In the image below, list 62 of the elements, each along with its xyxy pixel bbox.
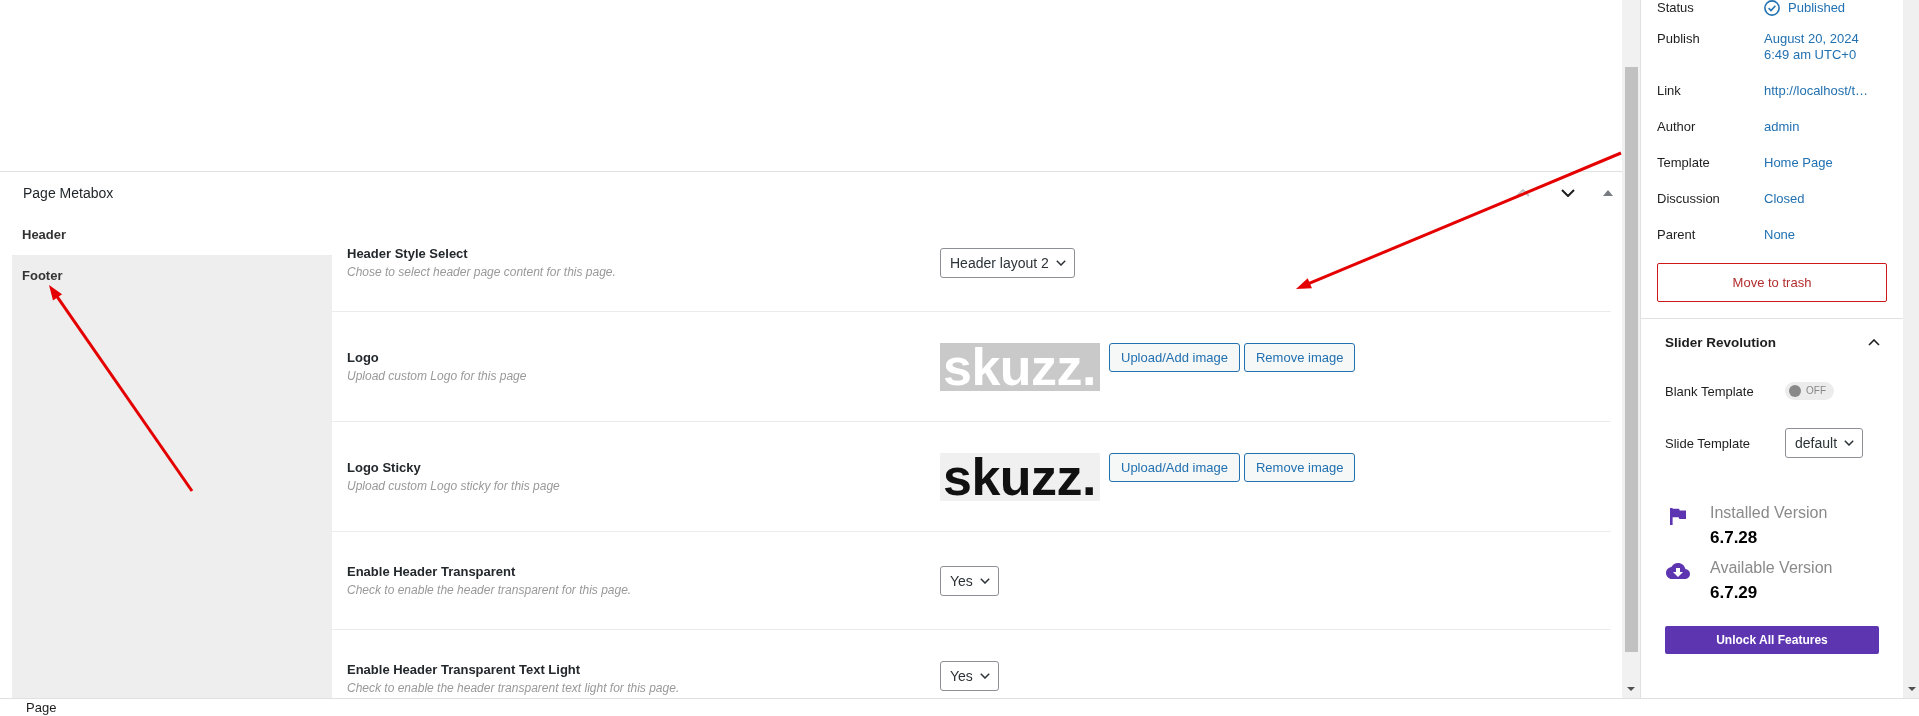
triangle-up-icon[interactable] (1603, 190, 1613, 196)
dropdown[interactable]: default (1785, 428, 1864, 458)
scroll-down-arrow-icon[interactable] (1908, 687, 1916, 691)
setting-label: Discussion (1657, 191, 1721, 207)
setting-label: Parent (1657, 227, 1697, 243)
breadcrumb-link[interactable]: Page (26, 699, 57, 716)
dropdown[interactable]: Yes (940, 661, 999, 691)
scroll-down-arrow-icon[interactable] (1627, 687, 1635, 691)
setting-label: Slide Template (1665, 435, 1751, 451)
dropdown[interactable]: Header layout 2 (940, 247, 1075, 278)
cloud-download-icon (1666, 563, 1690, 579)
setting-value-link[interactable]: None (1764, 227, 1796, 243)
setting-value-link[interactable]: Closed (1764, 191, 1805, 207)
unlock-features-button[interactable]: Unlock All Features (1665, 626, 1879, 654)
setting-value-link[interactable]: Home Page (1764, 155, 1833, 171)
version-number: 6.7.29 (1710, 582, 1758, 604)
version-label: Available Version (1710, 558, 1833, 578)
flag-icon (1670, 508, 1686, 525)
toggle-switch[interactable]: OFF (1785, 382, 1834, 400)
check-circle-icon (1764, 0, 1780, 16)
logo-image: skuzz. (940, 452, 1100, 501)
field-description: Check to enable the header transparent text light for this page. (347, 680, 680, 697)
dropdown[interactable]: Yes (940, 565, 999, 596)
remove-image-button[interactable]: Remove image (1243, 452, 1356, 482)
version-label: Installed Version (1710, 503, 1828, 523)
setting-label: Publish (1657, 31, 1701, 47)
setting-value-link[interactable]: admin (1764, 119, 1800, 135)
setting-label: Link (1657, 83, 1682, 99)
chevron-down-icon (1055, 259, 1066, 266)
setting-value-link[interactable]: August 20, 2024 6:49 am UTC+0 (1764, 31, 1859, 63)
field-description: Chose to select header page content for this page. (347, 263, 616, 281)
scrollbar-track[interactable] (1903, 0, 1919, 698)
chevron-down-icon[interactable] (1561, 189, 1575, 197)
setting-value-link[interactable]: http://localhost/t… (1764, 83, 1869, 99)
chevron-down-icon (979, 673, 990, 679)
field-label: Enable Header Transparent Text Light (347, 661, 581, 679)
upload-image-button[interactable]: Upload/Add image (1109, 342, 1240, 372)
move-to-trash-button[interactable]: Move to trash (1657, 263, 1887, 302)
upload-image-button[interactable]: Upload/Add image (1109, 452, 1240, 482)
chevron-down-icon (979, 577, 990, 584)
field-label: Header Style Select (347, 244, 468, 263)
field-label: Enable Header Transparent (347, 562, 516, 581)
setting-label: Template (1657, 155, 1711, 171)
status-button[interactable]: Published (1764, 0, 1846, 16)
setting-label: Status (1657, 0, 1695, 16)
version-number: 6.7.28 (1710, 527, 1758, 549)
scrollbar-thumb[interactable] (1625, 67, 1638, 652)
field-description: Check to enable the header transparent for this page. (347, 581, 632, 599)
setting-label: Blank Template (1665, 383, 1754, 399)
metabox-tab[interactable]: Footer (12, 255, 332, 296)
setting-label: Author (1657, 119, 1697, 135)
scrollbar-track[interactable] (1622, 0, 1640, 698)
chevron-up-icon[interactable] (1868, 338, 1880, 346)
field-label: Logo Sticky (347, 458, 421, 477)
metabox-tab[interactable]: Header (12, 214, 332, 255)
panel-title: Slider Revolution (1665, 334, 1776, 350)
field-description: Upload custom Logo sticky for this page (347, 477, 560, 495)
field-description: Upload custom Logo for this page (347, 367, 527, 385)
metabox-title: Page Metabox (23, 185, 114, 201)
remove-image-button[interactable]: Remove image (1243, 342, 1356, 372)
field-label: Logo (347, 348, 379, 367)
chevron-down-icon (1844, 440, 1855, 446)
